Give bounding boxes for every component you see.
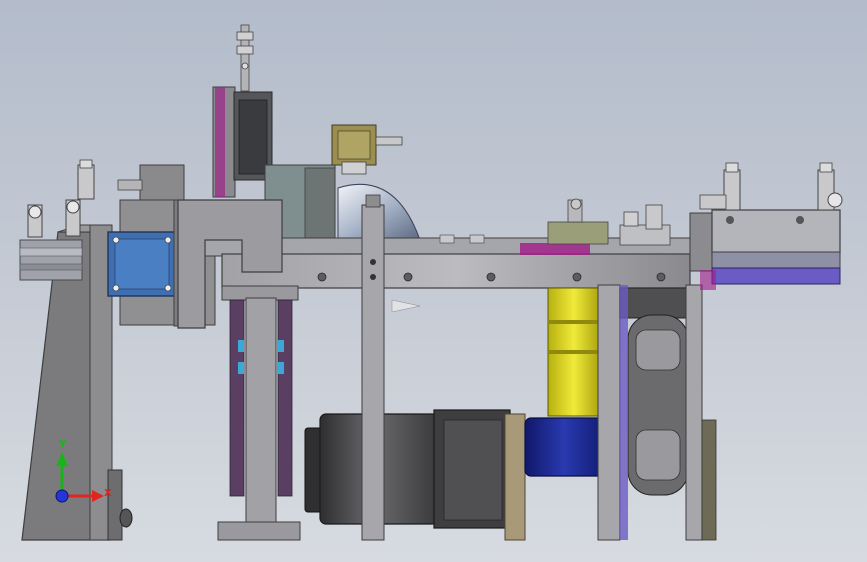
triad-x-label: X (104, 488, 112, 499)
right-air-fittings (699, 162, 843, 211)
left-linear-rail (19, 239, 83, 281)
right-frame (597, 284, 717, 541)
triad-y-label: Y (59, 439, 67, 450)
z-axis-origin (55, 489, 69, 503)
right-cylinder (689, 209, 841, 290)
yellow-cylinder (547, 287, 601, 417)
navy-coupling (524, 417, 604, 477)
beam-top-components (439, 198, 671, 246)
cad-viewport[interactable]: Y X (0, 0, 867, 562)
machine-assembly (19, 24, 843, 541)
left-support-leg (217, 285, 301, 541)
solenoid-valve (331, 124, 403, 175)
gear-motor (304, 409, 526, 541)
